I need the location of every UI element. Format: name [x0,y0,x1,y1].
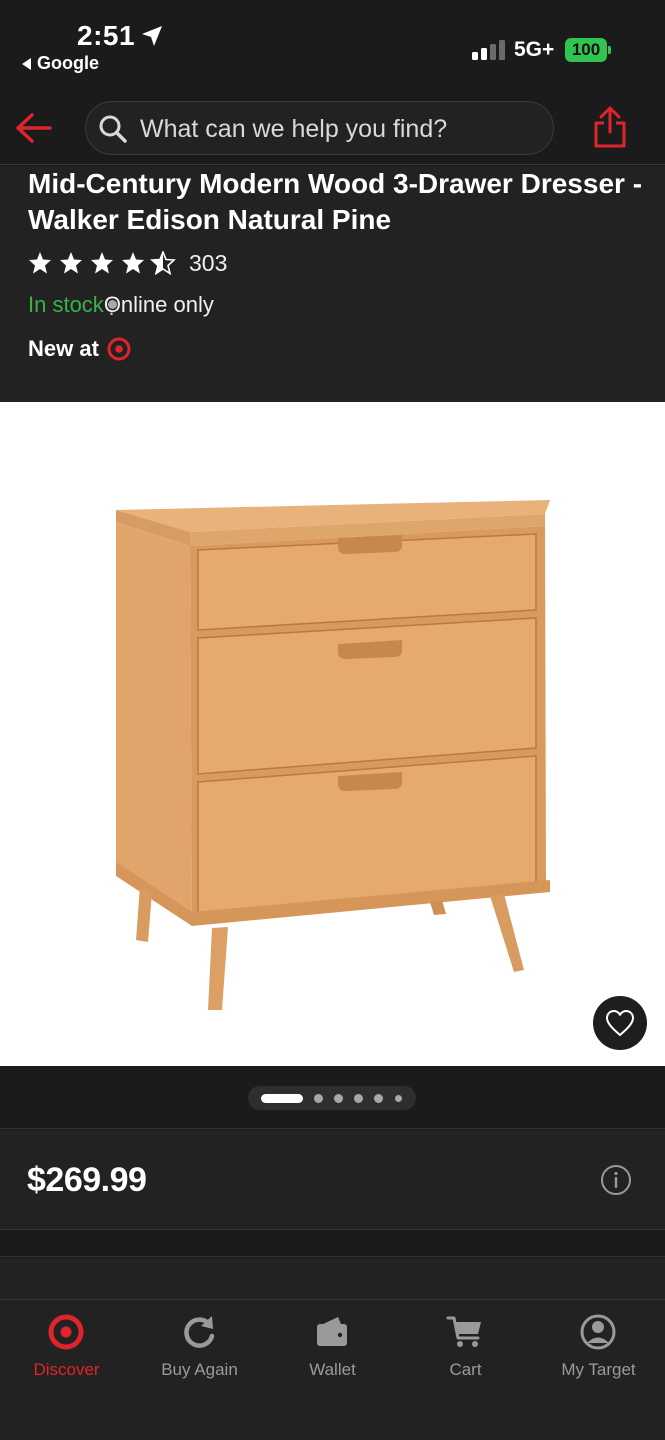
tab-label: Buy Again [161,1360,238,1379]
carousel-dot[interactable] [374,1094,383,1103]
search-icon [99,115,127,143]
tab-label: Cart [449,1360,482,1379]
account-icon [580,1314,616,1350]
product-title: Mid-Century Modern Wood 3-Drawer Dresser… [28,168,643,235]
new-at-label: New at [28,336,99,361]
cart-icon [446,1316,481,1347]
target-logo-icon [107,337,131,361]
back-triangle-icon [22,57,31,70]
network-type: 5G+ [514,38,555,61]
favorite-button[interactable] [593,996,647,1050]
tab-discover[interactable]: Discover [0,1312,133,1402]
location-arrow-icon [142,26,162,46]
star-icon [91,252,113,274]
carousel-dots[interactable] [248,1086,416,1110]
star-icon [60,252,82,274]
new-at-badge: New at [28,336,131,362]
refresh-icon [184,1316,215,1348]
dresser-product-image [116,500,550,1010]
tab-label: My Target [561,1360,636,1379]
star-icon [29,252,51,274]
tab-label: Wallet [309,1360,356,1379]
info-icon[interactable] [600,1164,632,1196]
product-info: Mid-Century Modern Wood 3-Drawer Dresser… [0,166,665,402]
back-app-label: Google [37,53,99,73]
star-rating[interactable] [28,251,178,275]
bottom-tab-bar: Discover Buy Again Wallet Cart My Target [0,1299,665,1440]
separator-dot: · [107,300,117,325]
battery-nub [608,46,611,54]
tab-my-target[interactable]: My Target [532,1312,665,1402]
rating-count[interactable]: 303 [189,250,227,277]
carousel-pagination-bar [0,1066,665,1129]
cellular-signal-icon [472,40,505,60]
battery-level: 100 [565,38,607,62]
status-bar: 2:51 Google 5G+ 100 [0,0,665,90]
share-icon[interactable] [592,105,628,149]
back-to-app-link[interactable]: Google [22,53,99,74]
tab-cart[interactable]: Cart [399,1312,532,1402]
product-price: $269.99 [27,1161,147,1199]
carousel-dot-active[interactable] [261,1094,303,1103]
product-image-carousel[interactable] [0,402,665,1066]
carousel-dot[interactable] [395,1095,402,1102]
carousel-dot[interactable] [314,1094,323,1103]
in-stock-label: In stock [28,292,104,317]
clock: 2:51 [77,20,136,51]
stock-status-line: In stock · Online only [28,292,214,325]
search-input[interactable]: What can we help you find? [85,101,554,155]
target-bullseye-icon [48,1314,84,1350]
section-divider [0,1231,665,1257]
back-arrow-icon[interactable] [14,110,54,146]
half-star-icon [151,251,175,275]
heart-icon [606,1010,634,1036]
tab-buy-again[interactable]: Buy Again [133,1312,266,1402]
carousel-dot[interactable] [354,1094,363,1103]
tab-wallet[interactable]: Wallet [266,1312,399,1402]
availability-label: Online only [103,292,214,317]
star-icon [122,252,144,274]
search-placeholder: What can we help you find? [140,115,448,143]
battery-indicator: 100 [565,38,611,62]
next-section-peek [0,1258,665,1299]
search-header: What can we help you find? [0,90,665,165]
carousel-dot[interactable] [334,1094,343,1103]
wallet-icon [317,1317,347,1346]
tab-label: Discover [33,1360,100,1379]
price-row: $269.99 [0,1130,665,1230]
